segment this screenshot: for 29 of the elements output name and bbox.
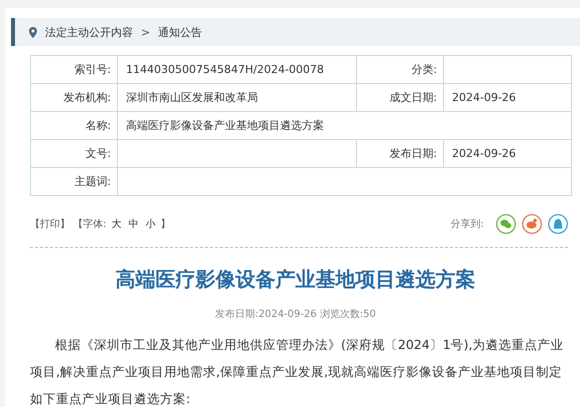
field-value: 深圳市南山区发展和改革局 xyxy=(126,91,258,104)
field-label: 主题词: xyxy=(30,168,118,196)
article-paragraph: 根据《深圳市工业及其他产业用地供应管理办法》(深府规〔2024〕1号),为遴选重点产业项目,解决重点产业项目用地需求,保障重点产业发展,现就高端医疗影像设备产业基地项目制定如下重点产业项目遴选方案: xyxy=(30,336,564,407)
font-size-link[interactable]: 大 xyxy=(111,217,122,231)
field-label: 成文日期: xyxy=(356,84,444,112)
font-size-link[interactable]: 小 xyxy=(145,217,156,231)
field-value: 高端医疗影像设备产业基地项目遴选方案 xyxy=(126,119,324,132)
field-value: 2024-09-26 xyxy=(452,91,516,104)
location-pin-icon xyxy=(29,26,37,38)
font-size-label: 【字体: xyxy=(73,218,106,231)
share-label: 分享到: xyxy=(450,218,484,231)
chat-bubbles-icon[interactable] xyxy=(496,214,516,234)
bell-icon[interactable] xyxy=(548,214,568,234)
chevron-icon: > xyxy=(141,26,150,38)
field-value: 2024-09-26 xyxy=(452,147,516,160)
breadcrumb-link[interactable]: 通知公告 xyxy=(158,24,202,40)
field-label: 分类: xyxy=(356,56,444,84)
field-label: 发布日期: xyxy=(356,140,444,168)
field-label: 发布机构: xyxy=(30,84,118,112)
article-meta: 发布日期:2024-09-26 浏览次数:50 xyxy=(214,308,377,321)
field-label: 名称: xyxy=(30,112,118,140)
bracket-text: 】 xyxy=(160,218,170,231)
print-link[interactable]: 【打印】 xyxy=(30,217,70,231)
breadcrumb-link[interactable]: 法定主动公开内容 xyxy=(45,24,133,40)
font-size-link[interactable]: 中 xyxy=(128,217,138,231)
field-value: 11440305007545847H/2024-00078 xyxy=(126,63,324,76)
field-label: 索引号: xyxy=(30,56,118,84)
article-title: 高端医疗影像设备产业基地项目遴选方案 xyxy=(114,266,476,293)
field-label: 文号: xyxy=(30,140,118,168)
